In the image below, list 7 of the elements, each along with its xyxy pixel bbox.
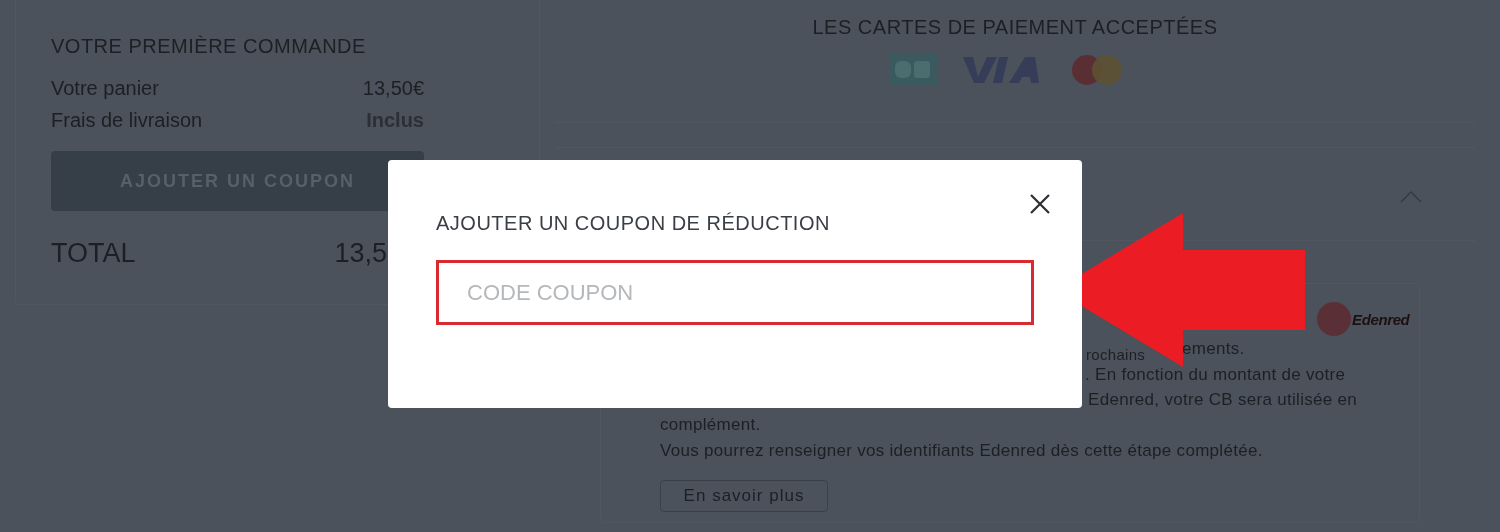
close-icon[interactable] xyxy=(1030,194,1050,214)
logo-icon xyxy=(1317,302,1351,336)
card-logo-icon xyxy=(890,53,937,86)
coupon-code-field[interactable]: CODE COUPON xyxy=(436,260,1034,325)
dialog-title: AJOUTER UN COUPON DE RÉDUCTION xyxy=(436,211,830,236)
logo-text: Edenred xyxy=(1352,310,1410,330)
card-logo-icon xyxy=(1071,53,1123,86)
